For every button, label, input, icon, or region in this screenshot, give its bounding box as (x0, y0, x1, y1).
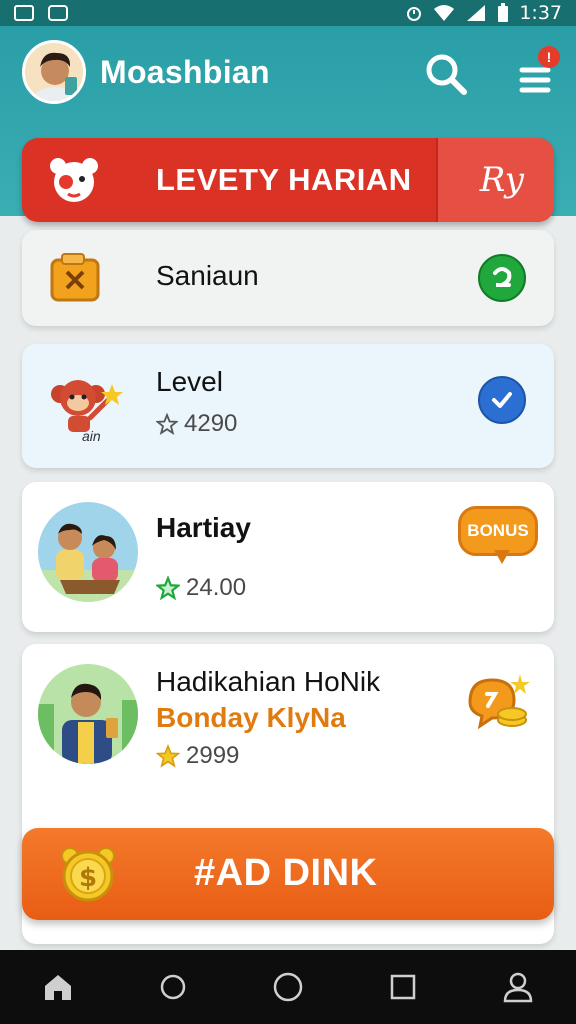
notification-badge: ! (538, 46, 560, 68)
nav-circle-2[interactable] (258, 957, 318, 1017)
bear-mascot-icon (50, 158, 98, 202)
banner-action-label: Ry (479, 160, 524, 200)
avatar-image (25, 43, 83, 101)
battery-icon (498, 3, 509, 22)
check-glyph (492, 392, 512, 408)
gallery-icon (14, 5, 34, 21)
circle-icon (273, 972, 303, 1002)
star-gold-icon (156, 744, 180, 768)
banner-action-area[interactable]: Ry (436, 138, 554, 222)
signal-icon (467, 5, 486, 21)
green-circle-icon[interactable] (478, 254, 526, 302)
check-circle-icon[interactable] (478, 376, 526, 424)
star-value: 2999 (186, 742, 240, 769)
family-photo (38, 502, 138, 602)
square-icon (390, 974, 416, 1000)
card-subtitle: Bonday KlyNa (156, 702, 346, 733)
card-title: Hadikahian HoNik (156, 666, 381, 697)
card-title: Level (156, 366, 223, 397)
nav-circle-1[interactable] (143, 957, 203, 1017)
profile-icon (504, 972, 533, 1003)
menu-button[interactable]: ! (508, 44, 562, 98)
man-phone-illustration (38, 664, 138, 764)
family-photo-illustration (38, 502, 138, 602)
cta-label: #AD DINK (194, 852, 378, 894)
status-right-icons: 1:37 (405, 2, 562, 24)
star-count: 2999 (156, 742, 239, 770)
star-value: 4290 (184, 410, 238, 437)
banner-title: LEVETY HARIAN (156, 162, 412, 197)
card-title: Saniaun (156, 260, 259, 291)
svg-text:$: $ (79, 863, 97, 893)
list-item-hartiay[interactable]: Hartiay 24.00 BONUS (22, 482, 554, 632)
coins-chat-icon (468, 674, 530, 730)
star-count: 4290 (156, 410, 237, 438)
folder-x-icon (50, 253, 100, 302)
status-time: 1:37 (519, 2, 562, 24)
list-item-saniaun[interactable]: Saniaun (22, 230, 554, 326)
ad-dink-button[interactable]: $ #AD DINK (22, 828, 554, 920)
nav-home[interactable] (28, 957, 88, 1017)
star-outline-icon (156, 413, 178, 435)
mascot-caption: ain (82, 428, 101, 444)
star-green-icon (156, 576, 180, 600)
circle-icon (160, 974, 186, 1000)
status-left-icons (14, 5, 68, 21)
checkbox-icon (48, 5, 68, 21)
bonus-badge[interactable]: BONUS (458, 506, 538, 556)
search-button[interactable] (422, 50, 470, 98)
star-value: 24.00 (186, 574, 247, 601)
search-icon (426, 54, 467, 95)
daily-banner[interactable]: LEVETY HARIAN Ry (22, 138, 554, 222)
alarm-icon (407, 7, 422, 21)
home-icon (44, 975, 71, 1000)
refresh-glyph (493, 267, 512, 287)
nav-profile[interactable] (488, 957, 548, 1017)
app-title: Moashbian (100, 54, 270, 90)
card-title: Hartiay (156, 512, 251, 543)
man-phone-photo (38, 664, 138, 764)
wifi-icon (434, 5, 455, 21)
avatar[interactable] (22, 40, 86, 104)
list-item-level[interactable]: ain Level 4290 (22, 344, 554, 468)
coin-dollar-icon: $ (61, 847, 115, 902)
nav-square[interactable] (373, 957, 433, 1017)
status-bar: 1:37 (0, 0, 576, 26)
star-count: 24.00 (156, 574, 246, 602)
bonus-badge-tail (494, 550, 510, 564)
bottom-nav (0, 950, 576, 1024)
